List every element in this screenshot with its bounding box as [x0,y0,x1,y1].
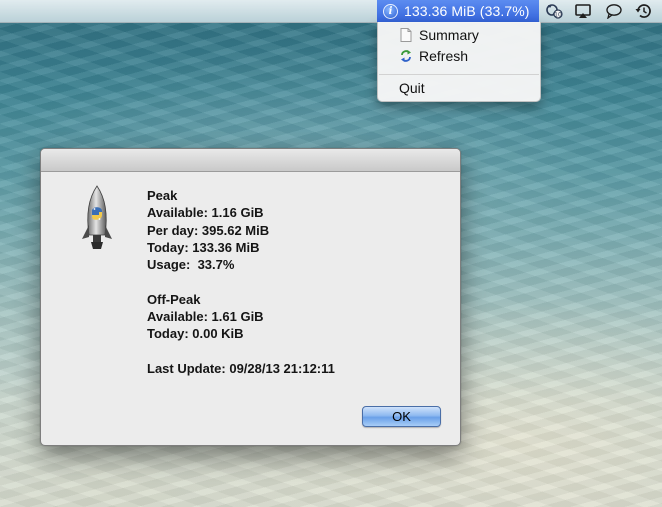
menu-item-label: Quit [399,80,425,96]
chat-bubble-icon[interactable] [605,3,623,19]
peak-today: Today: 133.36 MiB [147,239,260,255]
offpeak-heading: Off-Peak [147,291,201,307]
bandwidth-status-item[interactable]: i 133.36 MiB (33.7%) [377,0,539,22]
menu-separator [379,74,539,75]
window-titlebar[interactable] [41,149,460,172]
svg-text:10: 10 [554,12,562,19]
peak-usage: Usage: 33.7% [147,257,235,273]
refresh-icon [401,50,411,62]
status-usage-label: 133.36 MiB (33.7%) [404,3,530,19]
document-icon [400,28,412,42]
usage-summary-dialog: Peak Available: 1.16 GiB Per day: 395.62… [40,148,461,446]
status-menu: Summary Refresh Quit [377,22,541,102]
peak-available: Available: 1.16 GiB [147,205,264,221]
menu-item-label: Refresh [419,48,469,64]
time-machine-icon[interactable] [634,3,652,19]
peak-heading: Peak [147,188,178,203]
info-icon: i [383,3,398,19]
offpeak-available: Available: 1.61 GiB [147,309,264,325]
menu-item-quit[interactable]: Quit [378,78,540,98]
menu-item-refresh[interactable]: Refresh [378,46,540,66]
peak-per-day: Per day: 395.62 MiB [147,222,270,238]
menu-item-label: Summary [419,27,479,43]
airplay-icon[interactable] [574,3,592,19]
menu-item-summary[interactable]: Summary [378,25,540,45]
offpeak-today: Today: 0.00 KiB [147,326,244,342]
ok-button[interactable]: OK [362,406,441,427]
python-rocket-icon [82,185,112,249]
last-update: Last Update: 09/28/13 21:12:11 [147,360,335,376]
menu-bar: i 133.36 MiB (33.7%) 10 [0,0,662,23]
usage-message: Peak Available: 1.16 GiB Per day: 395.62… [147,187,447,377]
sync-status-icon[interactable]: 10 [545,3,563,19]
